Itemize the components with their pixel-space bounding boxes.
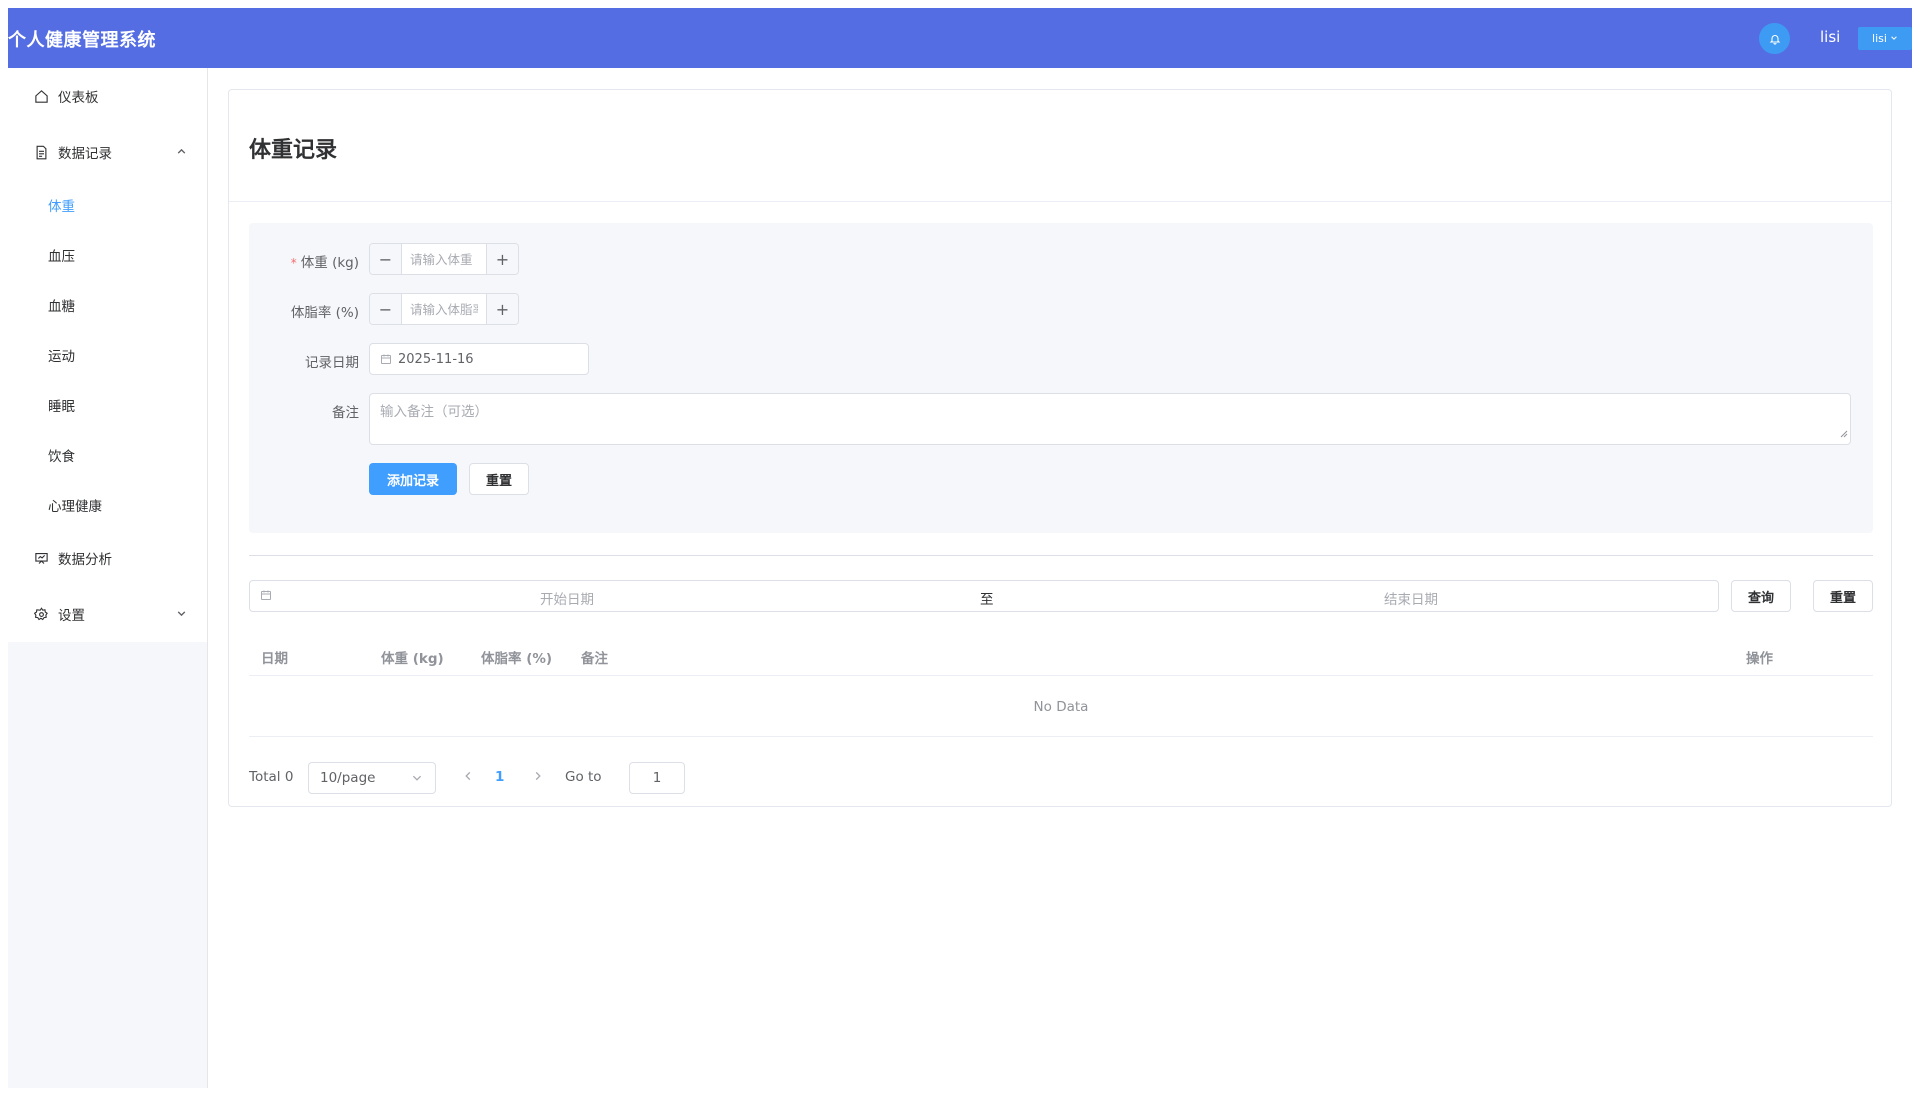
chevron-up-icon (176, 145, 187, 161)
weight-record-card: 体重记录 *体重 (kg) − + 体脂率 (%) − + 记录日期 2025-… (228, 89, 1892, 807)
date-range-picker[interactable]: 开始日期 至 结束日期 (249, 580, 1719, 612)
note-textarea[interactable]: 输入备注（可选） (369, 393, 1851, 445)
note-label: 备注 (332, 405, 359, 421)
sidebar-item-data-records[interactable]: 数据记录 (8, 124, 207, 180)
sidebar-subitem-exercise[interactable]: 运动 (8, 330, 207, 380)
goto-page-input[interactable]: 1 (629, 762, 685, 794)
required-asterisk: * (290, 256, 297, 270)
column-header-weight: 体重 (kg) (381, 651, 444, 667)
calendar-icon (260, 589, 272, 601)
add-record-button[interactable]: 添加记录 (369, 463, 457, 495)
range-separator: 至 (980, 592, 994, 608)
column-header-actions: 操作 (1746, 651, 1773, 667)
table-header: 日期 体重 (kg) 体脂率 (%) 备注 操作 (249, 636, 1873, 676)
minus-icon[interactable]: − (370, 294, 402, 324)
body-fat-stepper[interactable]: − + (369, 293, 519, 325)
sidebar-item-settings[interactable]: 设置 (8, 586, 207, 642)
body-fat-input[interactable] (402, 294, 486, 324)
user-menu-button[interactable]: lisi (1858, 27, 1912, 50)
column-header-date: 日期 (261, 651, 288, 667)
page-number-current[interactable]: 1 (495, 769, 504, 785)
sidebar-item-label: 数据记录 (58, 146, 112, 162)
app-root: 个人健康管理系统 lisi lisi 仪表板 数据记录 体重 血压 血糖 运动 … (8, 8, 1912, 1088)
bell-icon[interactable] (1759, 23, 1790, 54)
record-date-value: 2025-11-16 (398, 351, 474, 367)
minus-icon[interactable]: − (370, 244, 402, 274)
gear-icon (32, 605, 50, 623)
user-menu-label: lisi (1872, 32, 1887, 45)
sidebar-subitem-mental-health[interactable]: 心理健康 (8, 480, 207, 530)
sidebar: 仪表板 数据记录 体重 血压 血糖 运动 睡眠 饮食 心理健康 数据分析 设置 (8, 68, 208, 1088)
home-icon (32, 87, 50, 105)
chevron-down-icon (176, 607, 187, 623)
page-title: 体重记录 (249, 138, 338, 163)
sidebar-item-label: 数据分析 (58, 552, 112, 568)
card-header: 体重记录 (229, 90, 1891, 202)
record-date-label: 记录日期 (305, 355, 359, 371)
start-date-input[interactable]: 开始日期 (540, 588, 594, 608)
weight-label: * 体重 (kg) (249, 251, 359, 271)
column-header-body-fat: 体脂率 (%) (481, 651, 553, 667)
pagination: Total 0 10/page 1 Go to 1 (249, 762, 949, 794)
sidebar-subitem-blood-sugar[interactable]: 血糖 (8, 280, 207, 330)
sidebar-subitem-weight[interactable]: 体重 (8, 180, 207, 230)
weight-stepper[interactable]: − + (369, 243, 519, 275)
header-username: lisi (1820, 28, 1841, 46)
chart-icon (32, 549, 50, 567)
sidebar-subitem-diet[interactable]: 饮食 (8, 430, 207, 480)
body-fat-label: 体脂率 (%) (290, 305, 359, 321)
end-date-input[interactable]: 结束日期 (1384, 588, 1438, 608)
page-size-value: 10/page (320, 770, 376, 786)
weight-input[interactable] (402, 244, 486, 274)
chevron-right-icon[interactable] (532, 770, 544, 782)
table-empty-state: No Data (249, 677, 1873, 737)
side-menu: 仪表板 数据记录 体重 血压 血糖 运动 睡眠 饮食 心理健康 数据分析 设置 (8, 68, 207, 642)
top-header: 个人健康管理系统 lisi lisi (8, 8, 1912, 68)
section-divider (249, 555, 1873, 556)
sidebar-item-dashboard[interactable]: 仪表板 (8, 68, 207, 124)
app-title: 个人健康管理系统 (8, 30, 156, 51)
sidebar-item-label: 仪表板 (58, 90, 99, 106)
pagination-total: Total 0 (249, 769, 294, 785)
note-placeholder: 输入备注（可选） (380, 404, 488, 420)
sidebar-item-label: 设置 (58, 608, 85, 624)
document-icon (32, 143, 50, 161)
query-button[interactable]: 查询 (1731, 580, 1791, 612)
filter-reset-button[interactable]: 重置 (1813, 580, 1873, 612)
calendar-icon (380, 353, 392, 365)
plus-icon[interactable]: + (486, 244, 518, 274)
sidebar-subitem-blood-pressure[interactable]: 血压 (8, 230, 207, 280)
chevron-down-icon (411, 772, 423, 784)
record-date-picker[interactable]: 2025-11-16 (369, 343, 589, 375)
column-header-note: 备注 (581, 651, 608, 667)
goto-label: Go to (565, 769, 602, 785)
resize-grip-icon[interactable] (1840, 426, 1848, 442)
sidebar-item-data-analysis[interactable]: 数据分析 (8, 530, 207, 586)
chevron-down-icon (1890, 32, 1898, 45)
page-size-select[interactable]: 10/page (308, 762, 436, 794)
weight-label-text: 体重 (kg) (300, 255, 359, 271)
record-form: *体重 (kg) − + 体脂率 (%) − + 记录日期 2025-11-16… (249, 223, 1873, 533)
sidebar-subitem-sleep[interactable]: 睡眠 (8, 380, 207, 430)
form-reset-button[interactable]: 重置 (469, 463, 529, 495)
plus-icon[interactable]: + (486, 294, 518, 324)
chevron-left-icon[interactable] (462, 770, 474, 782)
